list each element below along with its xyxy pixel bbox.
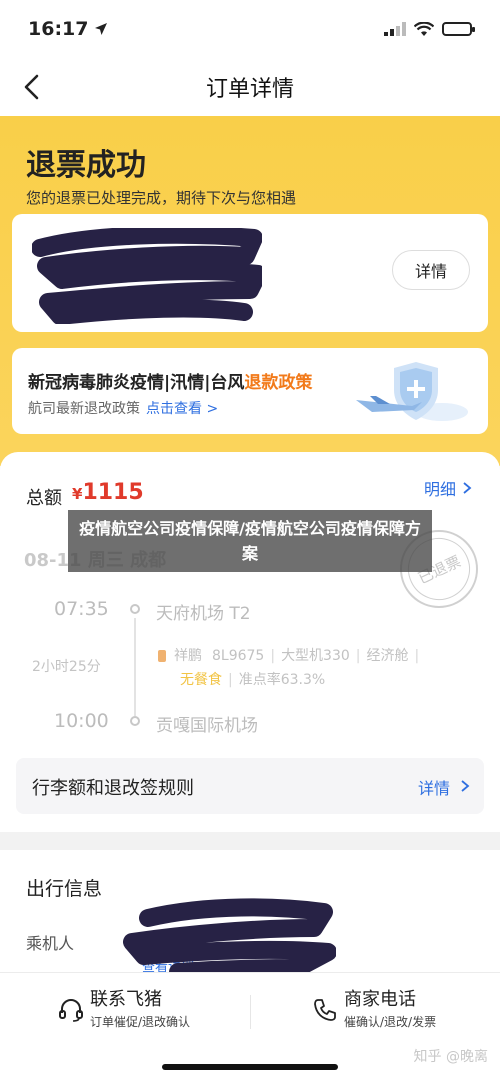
contact-fliggy-sub: 订单催促/退改确认 <box>90 1015 191 1029</box>
back-icon[interactable] <box>18 72 48 102</box>
cabin-class: 经济舱 <box>366 648 409 664</box>
phone-icon <box>314 999 336 1021</box>
overlay-caption-text: 疫情航空公司疫情保障/疫情航空公司疫情保障方案 <box>79 519 421 563</box>
airline-logo-icon <box>158 650 166 662</box>
meal-info: 无餐食 <box>180 672 222 688</box>
signal-icon <box>384 22 406 36</box>
passenger-label: 乘机人 <box>26 934 75 953</box>
redaction-scribble <box>123 898 336 976</box>
travel-info-title: 出行信息 <box>26 878 103 900</box>
refund-flight-card: 详情 <box>12 214 488 332</box>
total-amount: ¥1115 <box>72 480 144 505</box>
policy-subtitle: 航司最新退改政策 点击查看 > <box>28 398 218 418</box>
airline: 祥鹏 <box>174 648 202 664</box>
on-time-rate: 准点率63.3% <box>238 672 326 688</box>
depart-airport: 天府机场 T2 <box>156 604 251 624</box>
nav-bar: 订单详情 <box>0 58 500 116</box>
chevron-right-icon <box>461 780 470 792</box>
total-label: 总额 <box>26 488 62 509</box>
arrive-airport: 贡嘎国际机场 <box>156 716 258 736</box>
depart-time: 07:35 <box>54 598 109 620</box>
policy-view-link[interactable]: 点击查看 > <box>146 401 218 417</box>
timeline-line <box>134 618 136 716</box>
policy-card[interactable]: 新冠病毒肺炎疫情|汛情|台风退款政策 航司最新退改政策 点击查看 > <box>12 348 488 434</box>
home-indicator[interactable] <box>162 1064 338 1070</box>
page-title: 订单详情 <box>205 77 294 102</box>
header-detail-button[interactable]: 详情 <box>392 250 470 290</box>
redaction-scribble <box>32 228 262 324</box>
battery-icon <box>442 22 475 36</box>
wifi-icon <box>414 21 434 36</box>
contact-fliggy-button[interactable]: 联系飞猪 订单催促/退改确认 <box>58 983 238 1033</box>
arrive-dot <box>130 716 140 726</box>
merchant-phone-button[interactable]: 商家电话 催确认/退改/发票 <box>312 983 482 1033</box>
rules-detail-link[interactable]: 详情 <box>418 775 450 799</box>
flight-info-row: 祥鹏 8L9675 | 大型机330 | 经济舱 | <box>158 645 425 665</box>
shield-plane-icon <box>356 362 468 421</box>
chevron-right-icon[interactable] <box>462 481 472 495</box>
flight-info-row-2: 无餐食 | 准点率63.3% <box>180 672 326 688</box>
refund-status-title: 退票成功 <box>26 148 146 183</box>
flight-number: 8L9675 <box>212 648 265 664</box>
merchant-phone-sub: 催确认/退改/发票 <box>344 1015 437 1029</box>
policy-title: 新冠病毒肺炎疫情|汛情|台风退款政策 <box>28 368 312 393</box>
policy-subtitle-text: 航司最新退改政策 <box>28 401 140 417</box>
bottom-divider <box>250 995 251 1029</box>
arrive-time: 10:00 <box>54 710 109 732</box>
overlay-caption: 疫情航空公司疫情保障/疫情航空公司疫情保障方案 <box>68 510 432 572</box>
watermark: 知乎 @晚离 <box>413 1049 488 1065</box>
baggage-rules-label: 行李额和退改签规则 <box>32 778 194 799</box>
currency-symbol: ¥ <box>72 485 83 503</box>
refund-status-subtitle: 您的退票已处理完成，期待下次与您相遇 <box>26 189 297 207</box>
depart-dot <box>130 604 140 614</box>
headset-icon <box>59 999 83 1022</box>
section-divider <box>0 832 500 850</box>
merchant-phone-label: 商家电话 <box>344 989 416 1010</box>
status-time: 16:17 <box>28 18 89 40</box>
status-bar: 16:17 <box>0 0 500 58</box>
policy-title-highlight: 退款政策 <box>244 373 313 393</box>
policy-title-main: 新冠病毒肺炎疫情|汛情|台风 <box>28 373 245 393</box>
contact-fliggy-label: 联系飞猪 <box>90 989 162 1010</box>
baggage-rules-row[interactable]: 行李额和退改签规则 详情 <box>16 758 484 814</box>
price-detail-link[interactable]: 明细 <box>424 476 456 500</box>
aircraft-type: 大型机330 <box>281 648 350 664</box>
location-arrow-icon <box>95 23 108 35</box>
total-amount-value: 1115 <box>82 480 144 505</box>
flight-duration: 2小时25分 <box>32 659 101 675</box>
